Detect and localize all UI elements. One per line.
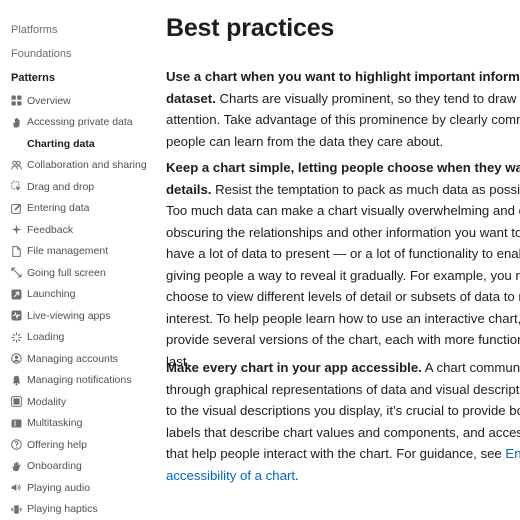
bell-icon (11, 375, 22, 386)
sidebar-item-label: Managing notifications (27, 374, 132, 386)
sidebar-item-accessing-private-data[interactable]: Accessing private data (11, 114, 133, 131)
sidebar: Platforms Foundations Patterns Overview … (0, 0, 150, 520)
sidebar-item-label: Drag and drop (27, 180, 95, 193)
sidebar-item-label: Playing haptics (27, 503, 98, 515)
body-text: to the visual descriptions you display, … (166, 403, 520, 418)
sidebar-item-playing-audio[interactable]: Playing audio (11, 479, 90, 496)
body-text: Too much data can make a chart visually … (166, 203, 520, 218)
sidebar-item-label: Multitasking (27, 417, 83, 429)
sidebar-item-charting-data[interactable]: Charting data (27, 135, 95, 152)
body-text: through graphical representations of dat… (166, 381, 520, 397)
sidebar-item-label: Loading (27, 331, 65, 343)
sidebar-item-label: Managing accounts (27, 352, 119, 365)
sidebar-item-loading[interactable]: Loading (11, 329, 64, 346)
sidebar-item-entering-data[interactable]: Entering data (11, 200, 89, 217)
sidebar-item-label: Modality (27, 395, 67, 408)
body-text: . (295, 467, 299, 483)
paragraph-highlight-information: Use a chart when you want to highlight i… (166, 66, 520, 152)
body-text: Charts are visually prominent, so they t… (215, 90, 520, 106)
paragraph-chart-accessible: Make every chart in your app accessible.… (166, 357, 520, 486)
sidebar-item-managing-accounts[interactable]: Managing accounts (11, 350, 118, 367)
sidebar-item-label: Overview (27, 94, 71, 107)
sidebar-item-modality[interactable]: Modality (11, 393, 66, 410)
body-text: have a lot of data to present — or a lot… (166, 246, 520, 261)
wave-hand-icon (11, 461, 22, 472)
drag-icon (11, 181, 22, 192)
sidebar-item-offering-help[interactable]: Offering help (11, 436, 87, 453)
sparkle-icon (11, 224, 22, 235)
pencil-icon (11, 203, 22, 214)
sidebar-item-drag-and-drop[interactable]: Drag and drop (11, 178, 94, 195)
help-circle-icon (11, 439, 22, 450)
body-text: provide several versions of the chart, e… (166, 332, 520, 347)
body-text: choose to view different levels of detai… (166, 289, 520, 304)
sidebar-item-label: Charting data (27, 137, 95, 150)
paragraph-keep-chart-simple: Keep a chart simple, letting people choo… (166, 157, 520, 372)
guideline-heading: details. (166, 181, 212, 197)
main-content: Best practices Use a chart when you want… (166, 0, 520, 520)
speaker-icon (11, 482, 22, 493)
body-text: giving people a way to reveal it gradual… (166, 267, 520, 283)
guideline-heading: dataset. (166, 90, 216, 106)
expand-arrows-icon (11, 267, 22, 278)
sidebar-item-launching[interactable]: Launching (11, 286, 75, 303)
enhancing-accessibility-link-continued[interactable]: accessibility of a chart (166, 468, 295, 483)
body-text: labels that describe chart values and co… (166, 424, 520, 440)
sidebar-item-label: Accessing private data (27, 116, 133, 128)
sidebar-item-file-management[interactable]: File management (11, 243, 108, 260)
guideline-heading: Make every chart in your app accessible. (166, 360, 422, 375)
page-title: Best practices (166, 14, 335, 42)
sidebar-item-playing-haptics[interactable]: Playing haptics (11, 501, 98, 518)
hand-icon (11, 117, 22, 128)
guideline-heading: Keep a chart simple, letting people choo… (166, 160, 520, 175)
spinner-icon (11, 331, 22, 343)
sidebar-item-label: Feedback (27, 223, 74, 236)
sidebar-item-onboarding[interactable]: Onboarding (11, 458, 82, 475)
grid-icon (11, 95, 22, 106)
person-circle-icon (11, 353, 22, 364)
sidebar-item-live-viewing-apps[interactable]: Live-viewing apps (11, 307, 110, 324)
sidebar-item-label: File management (27, 245, 109, 257)
sidebar-item-label: Going full screen (27, 266, 106, 279)
sidebar-item-label: Playing audio (27, 481, 91, 494)
body-text: obscuring the relationships and other in… (166, 224, 520, 240)
sidebar-item-label: Onboarding (27, 460, 82, 472)
sidebar-item-label: Launching (27, 288, 76, 300)
sidebar-item-label: Collaboration and sharing (27, 159, 147, 171)
sidebar-item-platforms[interactable]: Platforms (11, 24, 57, 36)
haptics-icon (11, 504, 22, 515)
sidebar-item-foundations[interactable]: Foundations (11, 48, 72, 60)
sidebar-section-patterns[interactable]: Patterns (11, 72, 55, 84)
sidebar-item-overview[interactable]: Overview (11, 92, 71, 109)
sidebar-item-label: Live-viewing apps (27, 309, 111, 322)
sidebar-item-multitasking[interactable]: Multitasking (11, 415, 82, 432)
collaboration-icon (11, 160, 22, 171)
split-view-icon (11, 418, 22, 429)
body-text: people can learn from the data they care… (166, 133, 444, 149)
sidebar-item-going-full-screen[interactable]: Going full screen (11, 264, 106, 281)
sidebar-item-managing-notifications[interactable]: Managing notifications (11, 372, 131, 389)
square-icon (11, 396, 22, 407)
sidebar-item-collaboration-and-sharing[interactable]: Collaboration and sharing (11, 157, 147, 174)
body-text: that help people interact with the chart… (166, 446, 506, 461)
body-text: attention. Take advantage of this promin… (166, 112, 520, 127)
body-text: Resist the temptation to pack as much da… (211, 181, 520, 197)
guideline-heading: Use a chart when you want to highlight i… (166, 69, 520, 84)
sidebar-item-feedback[interactable]: Feedback (11, 221, 73, 238)
launch-arrow-icon (11, 289, 22, 300)
enhancing-accessibility-link[interactable]: Enh (505, 446, 520, 461)
document-icon (11, 245, 22, 257)
waveform-icon (11, 310, 22, 321)
body-text: interest. To help people learn how to us… (166, 310, 520, 326)
sidebar-item-label: Offering help (27, 438, 87, 451)
sidebar-item-label: Entering data (27, 202, 90, 214)
body-text: A chart communic (421, 360, 520, 375)
